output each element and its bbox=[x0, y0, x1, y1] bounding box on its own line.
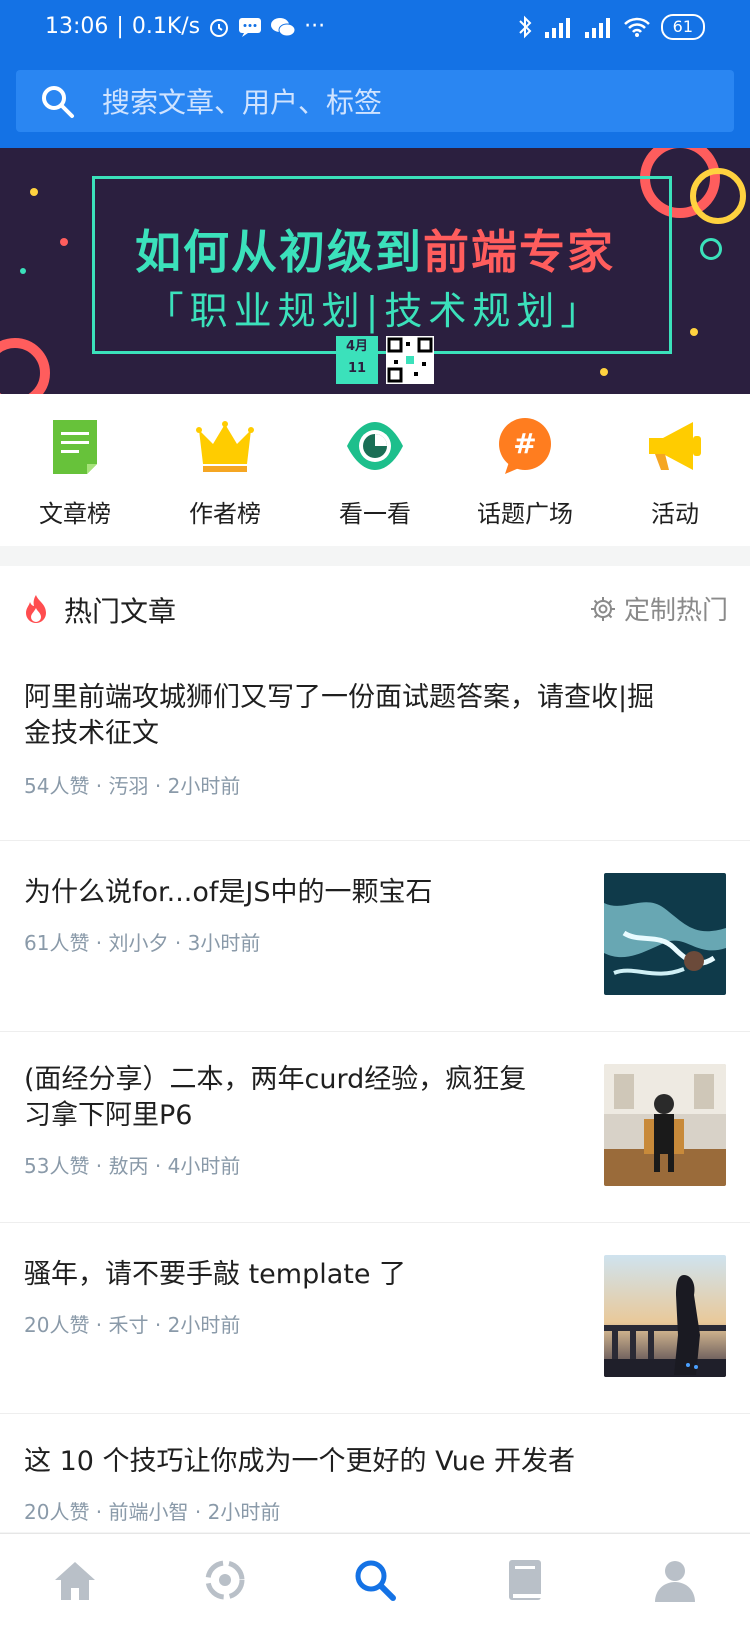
bottom-tab-bar bbox=[0, 1533, 750, 1626]
status-left: 13:06 | 0.1K/s ··· bbox=[45, 14, 325, 39]
gear-icon bbox=[590, 596, 615, 621]
article-title-line: 骚年，请不要手敲 template 了 bbox=[24, 1259, 407, 1290]
nav-topic-square[interactable]: # 话题广场 bbox=[450, 394, 600, 546]
article-title: 阿里前端攻城狮们又写了一份面试题答案，请查收|掘 金技术征文 bbox=[24, 680, 724, 752]
article-item[interactable]: 为什么说for...of是JS中的一颗宝石 61人赞 · 刘小夕 · 3小时前 bbox=[0, 841, 750, 1032]
nav-label: 活动 bbox=[651, 500, 699, 528]
eye-icon bbox=[347, 422, 403, 470]
status-speed: 0.1K/s bbox=[131, 14, 201, 39]
article-title: 骚年，请不要手敲 template 了 bbox=[24, 1257, 564, 1293]
article-item[interactable]: 骚年，请不要手敲 template 了 20人赞 · 禾寸 · 2小时前 bbox=[0, 1223, 750, 1414]
search-icon bbox=[355, 1560, 396, 1601]
battery-indicator: 61 bbox=[660, 14, 705, 40]
article-meta: 20人赞 · 前端小智 · 2小时前 bbox=[24, 1500, 281, 1524]
article-title-line: 金技术征文 bbox=[24, 718, 159, 749]
article-item[interactable]: (面经分享）二本，两年curd经验，疯狂复 习拿下阿里P6 53人赞 · 敖丙 … bbox=[0, 1032, 750, 1223]
svg-text:#: # bbox=[513, 427, 536, 460]
promo-banner[interactable]: 如何从初级到前端专家 「职业规划|技术规划」 4月 11 bbox=[0, 148, 750, 394]
wifi-icon bbox=[623, 17, 650, 37]
decoration-dot bbox=[600, 368, 608, 376]
article-title: 这 10 个技巧让你成为一个更好的 Vue 开发者 bbox=[24, 1444, 724, 1480]
crown-icon bbox=[196, 421, 254, 472]
article-item[interactable]: 阿里前端攻城狮们又写了一份面试题答案，请查收|掘 金技术征文 54人赞 · 汚羽… bbox=[0, 650, 750, 841]
nav-author-rank[interactable]: 作者榜 bbox=[150, 394, 300, 546]
customize-hot-button[interactable]: 定制热门 bbox=[590, 590, 728, 627]
tab-home[interactable] bbox=[0, 1534, 150, 1626]
wechat-icon bbox=[271, 17, 296, 36]
search-input[interactable] bbox=[100, 70, 704, 134]
hashtag-icon: # bbox=[499, 418, 551, 474]
message-icon bbox=[239, 17, 262, 37]
customize-hot-label: 定制热门 bbox=[623, 596, 728, 626]
article-title-line: (面经分享）二本，两年curd经验，疯狂复 bbox=[24, 1064, 527, 1095]
hot-articles-header: 热门文章 定制热门 bbox=[0, 566, 750, 651]
tab-boiling[interactable] bbox=[150, 1534, 300, 1626]
article-title: 为什么说for...of是JS中的一颗宝石 bbox=[24, 875, 564, 911]
article-meta: 53人赞 · 敖丙 · 4小时前 bbox=[24, 1154, 241, 1178]
nav-events[interactable]: 活动 bbox=[600, 394, 750, 546]
search-icon bbox=[42, 86, 74, 118]
search-box[interactable] bbox=[16, 70, 734, 134]
banner-title-part2: 前端专家 bbox=[423, 225, 615, 279]
article-title-line: 为什么说for...of是JS中的一颗宝石 bbox=[24, 877, 433, 908]
status-bar: 13:06 | 0.1K/s ··· 61 bbox=[0, 0, 750, 56]
more-notifications-icon: ··· bbox=[304, 14, 326, 39]
article-item[interactable]: 这 10 个技巧让你成为一个更好的 Vue 开发者 20人赞 · 前端小智 · … bbox=[0, 1414, 750, 1532]
search-header bbox=[0, 56, 750, 148]
decoration-dot bbox=[30, 188, 38, 196]
status-time: 13:06 bbox=[45, 14, 109, 39]
article-meta: 20人赞 · 禾寸 · 2小时前 bbox=[24, 1313, 241, 1337]
tab-search[interactable] bbox=[300, 1534, 450, 1626]
hot-articles-title: 热门文章 bbox=[64, 595, 177, 628]
bluetooth-icon bbox=[518, 15, 532, 39]
document-icon bbox=[53, 420, 97, 474]
banner-title: 如何从初级到前端专家 bbox=[0, 216, 750, 282]
article-thumbnail bbox=[604, 1064, 726, 1186]
book-icon bbox=[509, 1560, 541, 1600]
signal-hd-icon bbox=[584, 18, 610, 38]
article-thumbnail bbox=[604, 873, 726, 995]
banner-date: 4月 11 bbox=[336, 336, 378, 384]
nav-label: 文章榜 bbox=[39, 500, 111, 528]
nav-article-rank[interactable]: 文章榜 bbox=[0, 394, 150, 546]
nav-watch[interactable]: 看一看 bbox=[300, 394, 450, 546]
boiling-icon bbox=[205, 1560, 245, 1600]
article-meta: 61人赞 · 刘小夕 · 3小时前 bbox=[24, 931, 261, 955]
status-divider: | bbox=[116, 14, 124, 39]
article-title-line: 这 10 个技巧让你成为一个更好的 Vue 开发者 bbox=[24, 1446, 576, 1477]
nav-label: 作者榜 bbox=[189, 500, 261, 528]
home-icon bbox=[55, 1562, 95, 1600]
nav-label: 看一看 bbox=[339, 500, 411, 528]
article-title-line: 习拿下阿里P6 bbox=[24, 1100, 193, 1131]
banner-title-part1: 如何从初级到 bbox=[135, 225, 423, 279]
article-title-line: 阿里前端攻城狮们又写了一份面试题答案，请查收|掘 bbox=[24, 682, 655, 713]
alarm-icon bbox=[210, 18, 229, 37]
tab-profile[interactable] bbox=[600, 1534, 750, 1626]
fire-icon bbox=[26, 595, 46, 623]
qr-code-image bbox=[386, 336, 434, 384]
banner-date-month: 4月 bbox=[345, 339, 369, 354]
megaphone-icon bbox=[649, 422, 701, 470]
quick-nav: 文章榜 作者榜 看一看 # 话题广场 活动 bbox=[0, 394, 750, 546]
article-meta: 54人赞 · 汚羽 · 2小时前 bbox=[24, 774, 241, 798]
nav-label: 话题广场 bbox=[477, 500, 573, 528]
article-thumbnail bbox=[604, 1255, 726, 1377]
status-right: 61 bbox=[517, 14, 705, 40]
banner-date-day: 11 bbox=[347, 361, 367, 376]
tab-booklet[interactable] bbox=[450, 1534, 600, 1626]
user-icon bbox=[655, 1561, 695, 1602]
decoration-ring bbox=[0, 338, 50, 394]
signal-icon bbox=[544, 18, 570, 38]
article-title: (面经分享）二本，两年curd经验，疯狂复 习拿下阿里P6 bbox=[24, 1062, 564, 1134]
banner-subtitle: 「职业规划|技术规划」 bbox=[145, 289, 605, 333]
